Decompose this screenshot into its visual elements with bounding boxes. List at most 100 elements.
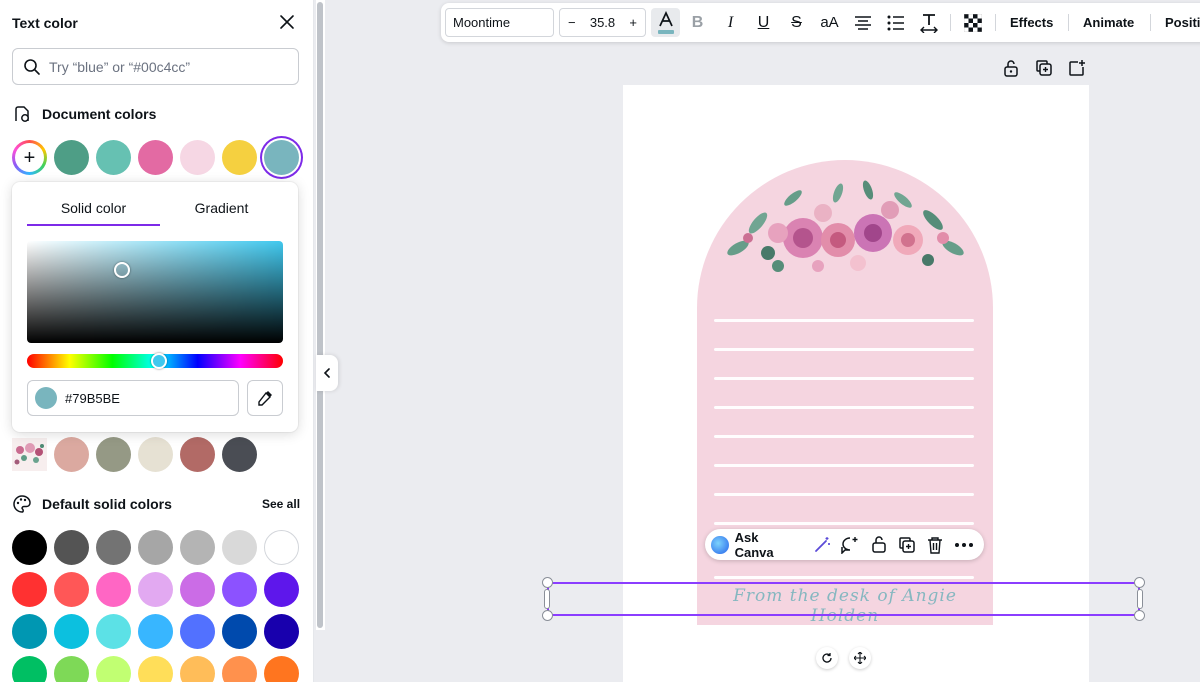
default-color-swatch[interactable] — [96, 572, 131, 607]
spacing-button[interactable] — [914, 8, 943, 37]
letter-case-button[interactable]: aA — [815, 8, 844, 37]
animate-button[interactable]: Animate — [1083, 15, 1134, 30]
default-color-swatch[interactable] — [138, 614, 173, 649]
effects-button[interactable]: Effects — [1010, 15, 1053, 30]
search-input[interactable] — [49, 58, 279, 75]
hue-knob[interactable] — [151, 353, 167, 369]
delete-element-button[interactable] — [921, 530, 949, 559]
underline-button[interactable]: U — [749, 8, 778, 37]
default-color-swatch[interactable] — [12, 656, 47, 682]
photo-thumbnail[interactable] — [12, 438, 47, 471]
resize-handle-bottom-left[interactable] — [542, 610, 553, 621]
tab-solid-color[interactable]: Solid color — [27, 200, 160, 216]
photo-color-swatch[interactable] — [96, 437, 131, 472]
default-color-swatch[interactable] — [180, 614, 215, 649]
default-color-swatch[interactable] — [264, 656, 299, 682]
align-button[interactable] — [848, 8, 877, 37]
font-size-stepper: − 35.8 + — [559, 8, 646, 37]
duplicate-page-button[interactable] — [1034, 58, 1054, 78]
default-color-swatch[interactable] — [12, 572, 47, 607]
default-color-swatch[interactable] — [96, 614, 131, 649]
default-color-swatch[interactable] — [222, 572, 257, 607]
resize-handle-left[interactable] — [544, 589, 550, 609]
photo-color-swatch[interactable] — [54, 437, 89, 472]
default-color-swatch[interactable] — [138, 530, 173, 565]
default-color-swatch[interactable] — [54, 656, 89, 682]
hex-input[interactable] — [65, 390, 225, 406]
resize-handle-top-left[interactable] — [542, 577, 553, 588]
photo-color-swatch[interactable] — [180, 437, 215, 472]
see-all-link[interactable]: See all — [262, 497, 300, 511]
duplicate-element-button[interactable] — [893, 530, 921, 559]
document-color-swatch[interactable] — [54, 140, 89, 175]
default-color-swatch[interactable] — [180, 572, 215, 607]
strikethrough-button[interactable]: S — [782, 8, 811, 37]
more-options-button[interactable] — [950, 530, 978, 559]
lock-page-button[interactable] — [1001, 58, 1021, 78]
position-button[interactable]: Positi — [1165, 15, 1200, 30]
photo-color-swatch[interactable] — [138, 437, 173, 472]
magic-edit-button[interactable] — [808, 530, 836, 559]
font-family-dropdown[interactable]: Moontime — [445, 8, 554, 37]
bold-button[interactable]: B — [683, 8, 712, 37]
decrease-size-button[interactable]: − — [568, 15, 576, 30]
default-color-swatch[interactable] — [264, 530, 299, 565]
increase-size-button[interactable]: + — [629, 15, 637, 30]
move-handle[interactable] — [849, 647, 871, 669]
floral-illustration[interactable] — [718, 178, 978, 288]
default-color-swatch[interactable] — [96, 656, 131, 682]
default-color-swatch[interactable] — [54, 614, 89, 649]
default-color-swatch[interactable] — [180, 656, 215, 682]
default-color-swatch[interactable] — [12, 530, 47, 565]
default-color-swatch[interactable] — [96, 530, 131, 565]
document-color-swatch[interactable] — [96, 140, 131, 175]
font-size-value[interactable]: 35.8 — [590, 15, 615, 30]
transparency-button[interactable] — [958, 8, 987, 37]
ask-canva-button[interactable]: Ask Canva — [711, 530, 800, 560]
resize-handle-bottom-right[interactable] — [1134, 610, 1145, 621]
color-search[interactable] — [12, 48, 299, 85]
default-color-swatch[interactable] — [222, 656, 257, 682]
document-colors-label: Document colors — [42, 106, 157, 122]
resize-handle-top-right[interactable] — [1134, 577, 1145, 588]
add-page-button[interactable] — [1067, 58, 1087, 78]
comment-button[interactable] — [836, 530, 864, 559]
saturation-brightness-area[interactable] — [27, 241, 283, 343]
saturation-knob[interactable] — [114, 262, 130, 278]
default-color-swatch[interactable] — [138, 656, 173, 682]
document-color-swatch[interactable] — [264, 140, 299, 175]
document-color-swatch[interactable] — [180, 140, 215, 175]
toolbar-divider — [950, 14, 951, 31]
list-button[interactable] — [881, 8, 910, 37]
rotate-icon — [822, 653, 832, 663]
default-color-swatch[interactable] — [264, 572, 299, 607]
default-color-swatch[interactable] — [222, 614, 257, 649]
photo-color-swatch[interactable] — [222, 437, 257, 472]
document-color-swatch[interactable] — [222, 140, 257, 175]
default-color-swatch[interactable] — [54, 572, 89, 607]
italic-button[interactable]: I — [716, 8, 745, 37]
default-color-swatch[interactable] — [12, 614, 47, 649]
collapse-panel-button[interactable] — [316, 355, 338, 391]
default-color-swatch[interactable] — [180, 530, 215, 565]
default-color-swatch[interactable] — [54, 530, 89, 565]
panel-scrollbar[interactable] — [316, 0, 325, 630]
rotate-handle[interactable] — [816, 647, 838, 669]
default-color-swatch[interactable] — [264, 614, 299, 649]
resize-handle-right[interactable] — [1137, 589, 1143, 609]
align-center-icon — [854, 15, 871, 30]
eyedropper-button[interactable] — [247, 380, 283, 416]
close-panel-button[interactable] — [276, 11, 298, 33]
add-color-button[interactable]: + — [12, 140, 47, 175]
document-color-swatch[interactable] — [138, 140, 173, 175]
tab-gradient[interactable]: Gradient — [155, 200, 288, 216]
context-action-bar: Ask Canva — [705, 529, 984, 560]
lock-element-button[interactable] — [864, 530, 892, 559]
scrollbar-thumb[interactable] — [317, 2, 323, 628]
hex-input-box[interactable] — [27, 380, 239, 416]
default-color-swatch[interactable] — [222, 530, 257, 565]
lock-icon — [1004, 60, 1018, 77]
default-color-swatch[interactable] — [138, 572, 173, 607]
text-color-button[interactable] — [651, 8, 680, 37]
text-toolbar: Moontime − 35.8 + B I U S aA Effects Ani… — [441, 3, 1200, 42]
